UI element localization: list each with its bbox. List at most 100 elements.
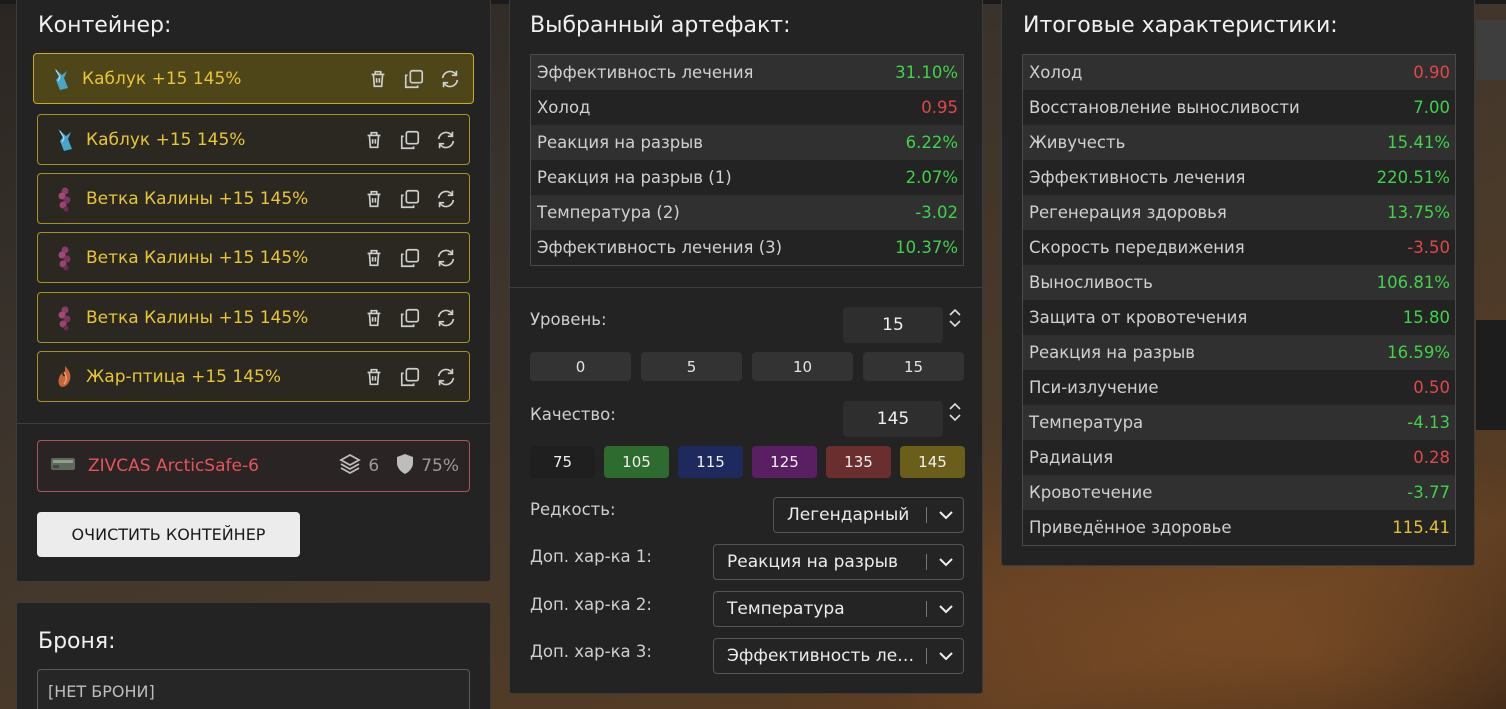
quality-preset-button[interactable]: 105 — [604, 446, 669, 478]
stat-value: 31.10% — [895, 63, 958, 82]
chevron-up-icon[interactable] — [949, 308, 961, 316]
quality-stepper[interactable] — [948, 402, 962, 422]
level-preset-button[interactable]: 5 — [641, 352, 742, 381]
stat-row: Реакция на разрыв (1) 2.07% — [531, 160, 963, 195]
stat-value: 115.41 — [1392, 518, 1450, 537]
stat-row: Кровотечение -3.77 — [1023, 475, 1455, 510]
quality-preset-button[interactable]: 145 — [900, 446, 965, 478]
artifact-slot-name: Ветка Калины +15 145% — [86, 247, 309, 268]
replace-icon[interactable] — [437, 66, 463, 92]
extra2-select[interactable]: Температура — [713, 591, 964, 627]
container-box-icon — [50, 455, 78, 477]
replace-icon[interactable] — [433, 364, 459, 390]
trash-icon[interactable] — [361, 245, 387, 271]
stat-value: 13.75% — [1387, 203, 1450, 222]
armor-select[interactable]: [НЕТ БРОНИ] — [37, 669, 470, 709]
copy-icon[interactable] — [397, 186, 423, 212]
divider — [17, 423, 490, 424]
artifact-stats-table: Эффективность лечения 31.10% Холод 0.95 Реак… — [530, 54, 964, 266]
artifact-slot-1[interactable]: Каблук +15 145% — [33, 53, 474, 104]
quality-preset-button[interactable]: 135 — [826, 446, 891, 478]
replace-icon[interactable] — [433, 305, 459, 331]
artifact-slot-2[interactable]: Каблук +15 145% — [37, 114, 470, 165]
stat-label: Приведённое здоровье — [1029, 518, 1232, 537]
stat-row: Холод 0.95 — [531, 90, 963, 125]
artifact-panel: Выбранный артефакт: Эффективность лечени… — [509, 0, 983, 694]
clear-container-button[interactable]: ОЧИСТИТЬ КОНТЕЙНЕР — [37, 512, 300, 557]
trash-icon[interactable] — [361, 364, 387, 390]
stat-label: Температура — [1029, 413, 1144, 432]
chevron-down-icon — [935, 557, 957, 567]
stat-label: Реакция на разрыв — [537, 133, 704, 152]
copy-icon[interactable] — [397, 364, 423, 390]
stat-label: Живучесть — [1029, 133, 1126, 152]
extra1-label: Доп. хар-ка 1: — [530, 547, 652, 566]
trash-icon[interactable] — [361, 186, 387, 212]
quality-preset-button[interactable]: 75 — [530, 446, 595, 478]
stat-row: Регенерация здоровья 13.75% — [1023, 195, 1455, 230]
rarity-select[interactable]: Легендарный — [773, 497, 964, 533]
container-panel: Контейнер: Каблук +15 145% Каблук +15 145… — [16, 0, 491, 582]
stat-row: Реакция на разрыв 6.22% — [531, 125, 963, 160]
quality-preset-button[interactable]: 125 — [752, 446, 817, 478]
artifact-slot-name: Ветка Калины +15 145% — [86, 307, 309, 328]
extra3-select[interactable]: Эффективность лечения — [713, 638, 964, 674]
replace-icon[interactable] — [433, 245, 459, 271]
stat-label: Реакция на разрыв — [1029, 343, 1196, 362]
trash-icon[interactable] — [365, 66, 391, 92]
stat-label: Холод — [1029, 63, 1083, 82]
trash-icon[interactable] — [361, 305, 387, 331]
stat-row: Реакция на разрыв 16.59% — [1023, 335, 1455, 370]
copy-icon[interactable] — [397, 305, 423, 331]
quality-preset-button[interactable]: 115 — [678, 446, 743, 478]
copy-icon[interactable] — [397, 127, 423, 153]
artifact-slot-4[interactable]: Ветка Калины +15 145% — [37, 232, 470, 283]
quality-input[interactable]: 145 — [843, 401, 943, 437]
stat-row: Защита от кровотечения 15.80 — [1023, 300, 1455, 335]
vetka-kaliny-artifact-icon — [52, 186, 78, 212]
copy-icon[interactable] — [397, 245, 423, 271]
artifact-slot-6[interactable]: Жар-птица +15 145% — [37, 351, 470, 402]
stat-value: 16.59% — [1387, 343, 1450, 362]
artifact-slot-name: Каблук +15 145% — [82, 68, 242, 89]
stat-row: Радиация 0.28 — [1023, 440, 1455, 475]
container-title: Контейнер: — [38, 13, 172, 38]
totals-stats-table: Холод 0.90 Восстановление выносливости 7.00… — [1022, 54, 1456, 546]
stat-value: -4.13 — [1407, 413, 1450, 432]
level-stepper[interactable] — [948, 308, 962, 328]
level-preset-button[interactable]: 0 — [530, 352, 631, 381]
chevron-down-icon[interactable] — [949, 414, 961, 422]
replace-icon[interactable] — [433, 127, 459, 153]
stat-row: Приведённое здоровье 115.41 — [1023, 510, 1455, 545]
stat-row: Эффективность лечения 220.51% — [1023, 160, 1455, 195]
artifact-slot-name: Ветка Калины +15 145% — [86, 188, 309, 209]
stat-label: Реакция на разрыв (1) — [537, 168, 732, 187]
shield-icon — [395, 453, 415, 480]
artifact-title: Выбранный артефакт: — [530, 13, 791, 38]
copy-icon[interactable] — [401, 66, 427, 92]
extra1-select[interactable]: Реакция на разрыв — [713, 544, 964, 580]
level-preset-button[interactable]: 15 — [863, 352, 964, 381]
totals-panel: Итоговые характеристики: Холод 0.90 Восста… — [1001, 0, 1475, 566]
stat-label: Пси-излучение — [1029, 378, 1159, 397]
zhar-ptica-artifact-icon — [52, 364, 78, 390]
level-preset-button[interactable]: 10 — [752, 352, 853, 381]
stat-value: 220.51% — [1376, 168, 1450, 187]
artifact-slot-3[interactable]: Ветка Калины +15 145% — [37, 173, 470, 224]
stat-label: Температура (2) — [537, 203, 680, 222]
replace-icon[interactable] — [433, 186, 459, 212]
armor-panel: Броня: [НЕТ БРОНИ] — [16, 602, 491, 709]
stat-label: Эффективность лечения — [537, 63, 754, 82]
level-input[interactable]: 15 — [843, 307, 943, 343]
stat-value: -3.50 — [1407, 238, 1450, 257]
trash-icon[interactable] — [361, 127, 387, 153]
chevron-down-icon[interactable] — [949, 320, 961, 328]
extra3-label: Доп. хар-ка 3: — [530, 642, 652, 661]
selected-container[interactable]: ZIVCAS ArcticSafe-6 6 75% — [37, 440, 470, 492]
level-presets: 0 5 10 15 — [530, 352, 964, 381]
artifact-slot-5[interactable]: Ветка Калины +15 145% — [37, 292, 470, 343]
stat-value: 0.28 — [1413, 448, 1450, 467]
extra3-value: Эффективность лечения — [727, 646, 918, 666]
chevron-up-icon[interactable] — [949, 402, 961, 410]
stat-value: 10.37% — [895, 238, 958, 257]
